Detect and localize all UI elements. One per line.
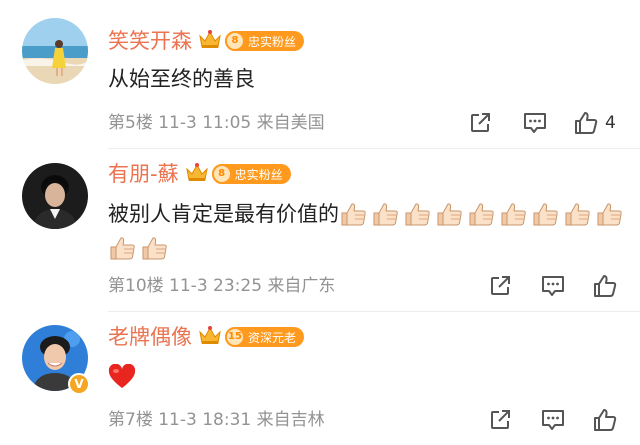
comment-text-content: 被别人肯定是最有价值的 bbox=[108, 202, 339, 226]
thumbs-up-emoji bbox=[435, 201, 465, 227]
share-button[interactable] bbox=[488, 405, 512, 435]
like-count: 4 bbox=[605, 113, 616, 133]
user-name[interactable]: 老牌偶像 bbox=[108, 324, 192, 350]
like-icon bbox=[594, 275, 617, 297]
comment-icon bbox=[524, 113, 546, 133]
like-icon bbox=[575, 112, 598, 134]
comment-location: 来自吉林 bbox=[256, 410, 325, 430]
like-button[interactable] bbox=[592, 271, 618, 301]
thumbs-up-emoji bbox=[403, 201, 433, 227]
fan-badge[interactable]: 8 忠实粉丝 bbox=[211, 164, 291, 184]
comment-time: 11-3 11:05 bbox=[158, 113, 252, 133]
share-icon bbox=[491, 410, 510, 429]
comment-button[interactable] bbox=[540, 271, 566, 301]
comment-actions bbox=[480, 271, 640, 301]
avatar[interactable] bbox=[22, 163, 88, 229]
like-button[interactable]: 4 bbox=[573, 108, 616, 138]
divider bbox=[108, 311, 640, 312]
comment-text bbox=[108, 360, 628, 394]
comment-button[interactable] bbox=[522, 108, 548, 138]
comment-location: 来自广东 bbox=[267, 276, 336, 296]
comment-meta: 第10楼 11-3 23:25 来自广东 bbox=[108, 274, 335, 298]
fan-badge[interactable]: 15 资深元老 bbox=[225, 327, 305, 347]
fan-badge-text: 资深元老 bbox=[248, 330, 297, 345]
share-button[interactable] bbox=[488, 271, 512, 301]
thumbs-up-emoji bbox=[371, 201, 401, 227]
crown-icon bbox=[185, 161, 209, 187]
fan-badge[interactable]: 8 忠实粉丝 bbox=[225, 31, 305, 51]
thumbs-up-emoji bbox=[108, 235, 138, 261]
comment-meta: 第7楼 11-3 18:31 来自吉林 bbox=[108, 408, 325, 432]
comment-location: 来自美国 bbox=[256, 113, 325, 133]
thumbs-up-emoji bbox=[531, 201, 561, 227]
fan-level: 15 bbox=[225, 327, 245, 347]
fan-badge-text: 忠实粉丝 bbox=[234, 167, 283, 182]
comment-header: 老牌偶像 15 资深元老 bbox=[108, 324, 305, 350]
comment-actions: 4 bbox=[460, 108, 640, 138]
user-name[interactable]: 笑笑开森 bbox=[108, 28, 192, 54]
comment-feed: 笑笑开森 8 忠实粉丝 从始至终的善良 第5楼 11-3 11:05 来自美国 bbox=[0, 0, 640, 445]
verified-badge: V bbox=[68, 373, 90, 395]
comment-button[interactable] bbox=[540, 405, 566, 435]
share-icon bbox=[471, 113, 490, 132]
comment-actions bbox=[480, 405, 640, 435]
comment-header: 有朋-蘇 8 忠实粉丝 bbox=[108, 161, 291, 187]
comment-icon bbox=[542, 410, 564, 430]
fan-badge-text: 忠实粉丝 bbox=[248, 34, 297, 49]
divider bbox=[108, 148, 640, 149]
comment-meta: 第5楼 11-3 11:05 来自美国 bbox=[108, 111, 325, 135]
thumbs-up-emoji bbox=[140, 235, 170, 261]
thumbs-up-emoji bbox=[595, 201, 625, 227]
fan-level: 8 bbox=[225, 31, 245, 51]
comment-text: 从始至终的善良 bbox=[108, 62, 628, 96]
fan-level: 8 bbox=[211, 164, 232, 184]
comment-header: 笑笑开森 8 忠实粉丝 bbox=[108, 28, 305, 54]
share-icon bbox=[491, 276, 510, 295]
crown-icon bbox=[198, 28, 222, 54]
share-button[interactable] bbox=[468, 108, 492, 138]
user-name[interactable]: 有朋-蘇 bbox=[108, 161, 179, 187]
thumbs-up-emoji bbox=[467, 201, 497, 227]
like-button[interactable] bbox=[592, 405, 618, 435]
crown-icon bbox=[198, 324, 222, 350]
thumbs-up-emoji bbox=[563, 201, 593, 227]
comment-time: 11-3 23:25 bbox=[169, 276, 263, 296]
comment-text-content: 从始至终的善良 bbox=[108, 67, 255, 91]
like-icon bbox=[594, 409, 617, 431]
thumbs-up-emoji bbox=[499, 201, 529, 227]
thumbs-up-emoji bbox=[339, 201, 369, 227]
floor-number: 第10楼 bbox=[108, 276, 164, 296]
comment-text: 被别人肯定是最有价值的 bbox=[108, 197, 628, 265]
floor-number: 第5楼 bbox=[108, 113, 153, 133]
floor-number: 第7楼 bbox=[108, 410, 153, 430]
comment-icon bbox=[542, 276, 564, 296]
heart-emoji bbox=[108, 363, 136, 390]
comment-time: 11-3 18:31 bbox=[158, 410, 252, 430]
avatar[interactable] bbox=[22, 18, 88, 84]
